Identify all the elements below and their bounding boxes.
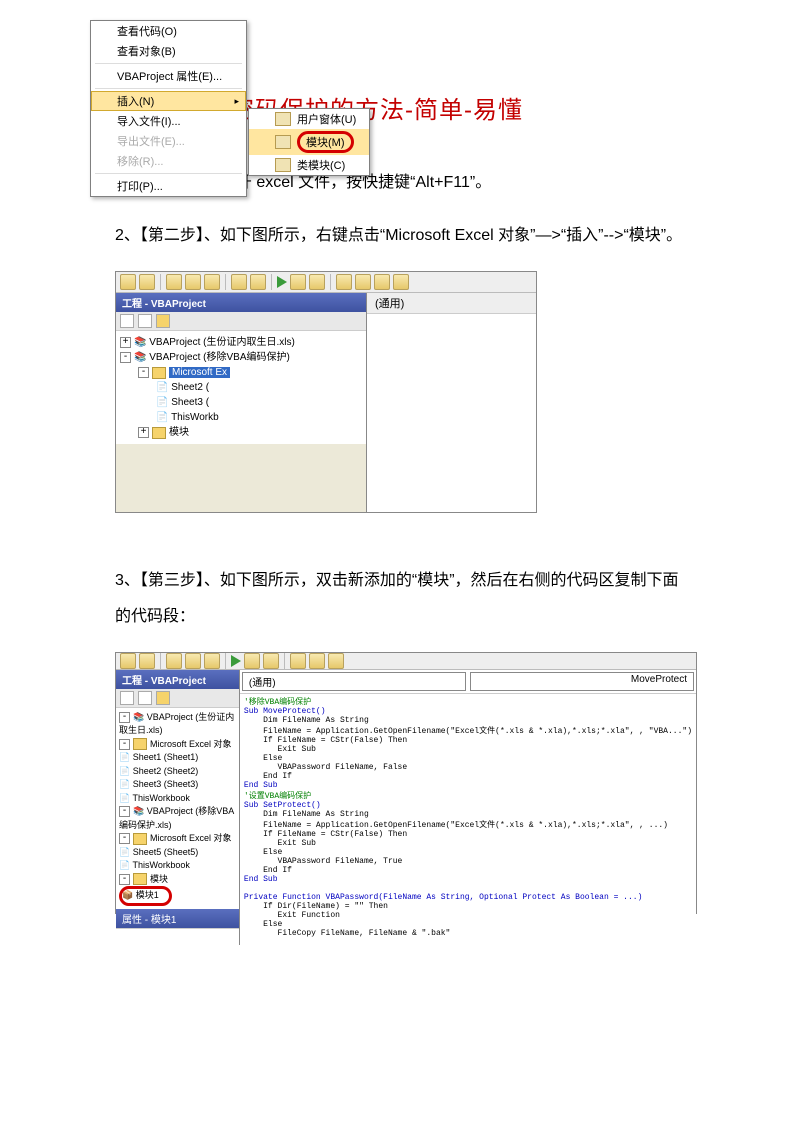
toolbar-icon[interactable] (309, 274, 325, 290)
run-icon[interactable] (277, 276, 287, 288)
menu-print[interactable]: 打印(P)... (91, 176, 246, 196)
tree-vbaproject-1[interactable]: VBAProject (生份证内取生日.xls) (149, 337, 295, 348)
toolbar-icon[interactable] (120, 274, 136, 290)
menu-insert[interactable]: 插入(N) (91, 91, 246, 111)
toolbar-icon[interactable] (290, 274, 306, 290)
toolbar-icon[interactable] (139, 274, 155, 290)
tree-vbaproject-1[interactable]: VBAProject (生份证内取生日.xls) (119, 712, 234, 736)
tree-vbaproject-2[interactable]: VBAProject (移除VBA编码保护) (149, 352, 290, 363)
toolbar-icon[interactable] (120, 653, 136, 669)
toolbar-icon[interactable] (204, 274, 220, 290)
menu-export: 导出文件(E)... (91, 131, 246, 151)
toolbar-icon[interactable] (185, 274, 201, 290)
toolbar-icon[interactable] (290, 653, 306, 669)
project-pane-title: 工程 - VBAProject (116, 293, 366, 312)
tree-workbook[interactable]: ThisWorkbook (133, 793, 190, 803)
module-icon (275, 135, 291, 149)
toolbar-icon[interactable] (244, 653, 260, 669)
screenshot-1: 工程 - VBAProject +📚 VBAProject (生份证内取生日.x… (115, 271, 537, 513)
toolbar-icon[interactable] (204, 653, 220, 669)
toolbar-icon[interactable] (328, 653, 344, 669)
project-tree[interactable]: -📚 VBAProject (生份证内取生日.xls) -Microsoft E… (116, 708, 239, 909)
vbe-toolbar (116, 272, 536, 293)
code-editor[interactable]: '移除VBA编码保护 Sub MoveProtect() Dim FileNam… (240, 694, 696, 945)
toolbar-icon[interactable] (393, 274, 409, 290)
insert-submenu: 用户窗体(U) 模块(M) 类模块(C) (248, 108, 370, 176)
toolbar-icon[interactable] (374, 274, 390, 290)
tree-module1[interactable]: 模块1 (136, 890, 159, 900)
step-3-text: 3、【第三步】、如下图所示，双击新添加的“模块”，然后在右侧的代码区复制下面的代… (115, 563, 688, 633)
tree-sheet[interactable]: Sheet2 ( (171, 382, 209, 393)
menu-properties[interactable]: VBAProject 属性(E)... (91, 66, 246, 86)
toolbar-icon[interactable] (250, 274, 266, 290)
submenu-userform[interactable]: 用户窗体(U) (249, 109, 369, 129)
toolbar-icon[interactable] (355, 274, 371, 290)
toolbar-icon[interactable] (166, 653, 182, 669)
toolbar-icon[interactable] (336, 274, 352, 290)
menu-import[interactable]: 导入文件(I)... (91, 111, 246, 131)
submenu-classmodule[interactable]: 类模块(C) (249, 155, 369, 175)
vbe-toolbar (116, 653, 696, 670)
properties-pane-title: 属性 - 模块1 (116, 909, 239, 928)
highlight-circle: 📦 模块1 (119, 886, 172, 906)
tree-sheet[interactable]: Sheet1 (Sheet1) (133, 752, 199, 762)
toolbar-icon[interactable] (231, 274, 247, 290)
tree-modules-folder[interactable]: 模块 (169, 427, 189, 438)
tree-sheet[interactable]: Sheet3 ( (171, 397, 209, 408)
submenu-module[interactable]: 模块(M) (249, 129, 369, 155)
userform-icon (275, 112, 291, 126)
toolbar-icon[interactable] (263, 653, 279, 669)
classmodule-icon (275, 158, 291, 172)
tree-workbook[interactable]: ThisWorkbook (133, 860, 190, 870)
tree-excel-objects[interactable]: Microsoft Excel 对象 (150, 739, 232, 749)
highlight-circle: 模块(M) (297, 131, 354, 153)
step-2-text: 2、【第二步】、如下图所示，右键点击“Microsoft Excel 对象”—>… (115, 218, 688, 253)
tree-workbook[interactable]: ThisWorkb (171, 412, 219, 423)
toolbar-icon[interactable] (139, 653, 155, 669)
toolbar-icon[interactable] (185, 653, 201, 669)
tree-sheet[interactable]: Sheet5 (Sheet5) (133, 847, 199, 857)
tree-modules-folder[interactable]: 模块 (150, 874, 168, 884)
tree-excel-objects-selected[interactable]: Microsoft Ex (169, 367, 230, 378)
tree-sheet[interactable]: Sheet2 (Sheet2) (133, 766, 199, 776)
menu-view-object[interactable]: 查看对象(B) (91, 41, 246, 61)
tree-vbaproject-2[interactable]: VBAProject (移除VBA编码保护.xls) (119, 806, 234, 830)
toolbar-icon[interactable] (166, 274, 182, 290)
run-icon[interactable] (231, 655, 241, 667)
code-dropdown[interactable]: (通用) (375, 298, 404, 310)
project-pane-title: 工程 - VBAProject (116, 670, 239, 689)
tree-sheet[interactable]: Sheet3 (Sheet3) (133, 779, 199, 789)
toolbar-icon[interactable] (309, 653, 325, 669)
project-tree[interactable]: +📚 VBAProject (生份证内取生日.xls) -📚 VBAProjec… (116, 331, 366, 444)
menu-remove: 移除(R)... (91, 151, 246, 171)
context-menu: 查看代码(O) 查看对象(B) VBAProject 属性(E)... 插入(N… (90, 20, 247, 197)
screenshot-2: 工程 - VBAProject -📚 VBAProject (生份证内取生日.x… (115, 652, 697, 914)
tree-excel-objects[interactable]: Microsoft Excel 对象 (150, 833, 232, 843)
menu-view-code[interactable]: 查看代码(O) (91, 21, 246, 41)
code-proc-dropdown[interactable]: MoveProtect (470, 672, 694, 691)
code-object-dropdown[interactable]: (通用) (242, 672, 466, 691)
